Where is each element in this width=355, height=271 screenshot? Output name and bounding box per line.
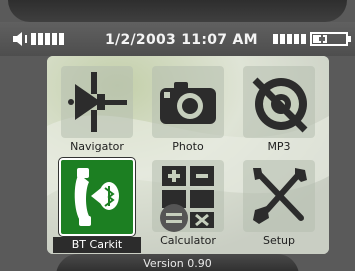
camera-icon <box>160 82 216 124</box>
bluetooth-phone-icon <box>74 168 119 226</box>
satellite-icon <box>68 72 127 132</box>
speaker-icon[interactable] <box>13 32 73 46</box>
app-label: Setup <box>262 234 296 247</box>
app-tile-mp3[interactable]: MP3 <box>235 66 323 158</box>
app-tile-navigator[interactable]: Navigator <box>53 66 141 158</box>
app-icon-box <box>243 66 315 138</box>
app-label: Photo <box>172 140 204 153</box>
battery-icon <box>310 32 351 46</box>
tools-icon <box>253 168 307 224</box>
app-tile-bt-carkit[interactable]: BT Carkit <box>53 158 141 253</box>
app-label: MP3 <box>267 140 291 153</box>
app-label: Calculator <box>160 234 216 247</box>
app-label: Navigator <box>70 140 124 153</box>
app-icon-box <box>152 160 224 232</box>
device-frame: 1/2/2003 11:07 AM Navigator Photo MP3 BT… <box>0 0 355 271</box>
app-tile-calculator[interactable]: Calculator <box>144 160 232 252</box>
status-bar: 1/2/2003 11:07 AM <box>0 22 355 56</box>
launcher-screen: Navigator Photo MP3 BT Carkit Calculator… <box>47 56 329 254</box>
app-tile-photo[interactable]: Photo <box>144 66 232 158</box>
disc-muted-icon <box>252 77 308 133</box>
version-label: Version 0.90 <box>143 257 212 270</box>
calculator-icon <box>160 166 214 232</box>
app-icon-box <box>243 160 315 232</box>
device-shell-top <box>8 0 347 22</box>
app-icon-box <box>61 66 133 138</box>
app-icon-box-selected <box>59 158 135 236</box>
app-icon-box <box>152 66 224 138</box>
app-label: BT Carkit <box>53 237 141 253</box>
app-tile-setup[interactable]: Setup <box>235 160 323 252</box>
status-datetime: 1/2/2003 11:07 AM <box>105 32 258 48</box>
signal-bars-icon <box>273 34 306 44</box>
